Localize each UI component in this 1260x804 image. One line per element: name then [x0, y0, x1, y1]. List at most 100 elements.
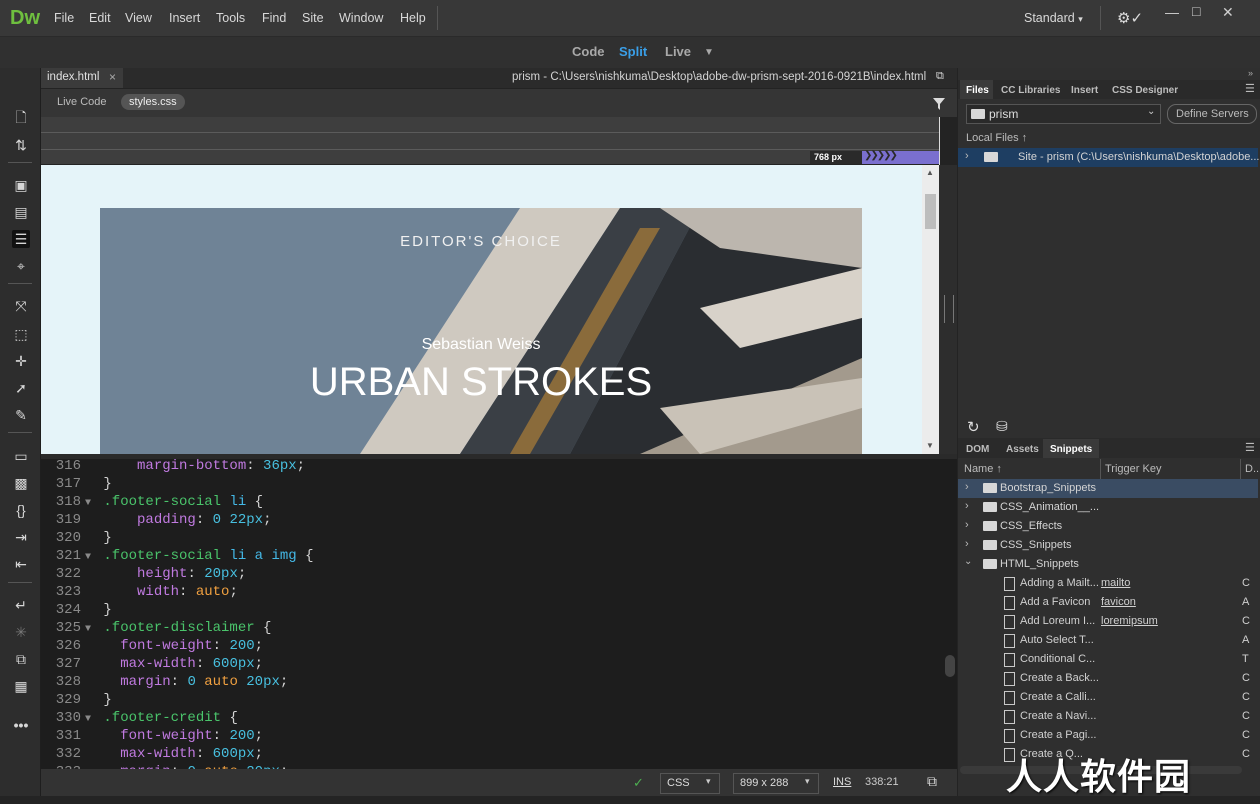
menu-window[interactable]: Window — [339, 11, 383, 25]
divider-grip[interactable] — [944, 295, 954, 323]
brush-icon[interactable]: ✎ — [12, 406, 30, 424]
snippet-folder-html-snippets[interactable]: ⌄ HTML_Snippets — [958, 555, 1258, 574]
snippet-item[interactable]: Create a Pagi... C — [958, 726, 1258, 745]
snippet-trigger[interactable]: favicon — [1101, 596, 1136, 608]
maximize-button[interactable]: □ — [1192, 3, 1200, 19]
snippet-item[interactable]: Create a Navi... C — [958, 707, 1258, 726]
menu-file[interactable]: File — [54, 11, 74, 25]
code-line[interactable]: 326 font-weight: 200; — [41, 637, 263, 655]
tab-files[interactable]: Files — [966, 85, 989, 96]
hero-image[interactable]: EDITOR'S CHOICE Sebastian Weiss URBAN ST… — [100, 208, 862, 454]
remove-comment-icon[interactable]: ▩ — [12, 474, 30, 492]
tab-dom[interactable]: DOM — [966, 444, 989, 455]
grid-icon[interactable]: ▦ — [12, 677, 30, 695]
preview-icon[interactable]: ⧉ — [927, 773, 937, 790]
select-parent-icon[interactable]: ⬚ — [12, 325, 30, 343]
code-line[interactable]: 317 } — [41, 475, 112, 493]
split-view-button[interactable]: Split — [619, 44, 647, 59]
tab-cc-libraries[interactable]: CC Libraries — [1001, 85, 1060, 96]
close-tab-icon[interactable]: × — [109, 70, 116, 84]
split-divider[interactable] — [939, 165, 957, 454]
code-line[interactable]: 324 } — [41, 601, 112, 619]
snippet-folder-css-effects[interactable]: › CSS_Effects — [958, 517, 1258, 536]
chevron-down-icon[interactable]: ⌄ — [964, 556, 972, 567]
code-line[interactable]: 322 height: 20px; — [41, 565, 246, 583]
site-root-row[interactable]: › Site - prism (C:\Users\nishkuma\Deskto… — [958, 148, 1259, 167]
menu-help[interactable]: Help — [400, 11, 426, 25]
scroll-thumb[interactable] — [925, 194, 936, 229]
connect-server-icon[interactable]: ⛁ — [996, 418, 1008, 435]
comment-icon[interactable]: ▭ — [12, 447, 30, 465]
indent-icon[interactable]: ⇥ — [12, 528, 30, 546]
close-button[interactable]: ✕ — [1222, 4, 1234, 21]
braces-icon[interactable]: {} — [12, 501, 30, 519]
ruler-handle[interactable] — [939, 117, 940, 165]
new-file-icon[interactable]: 🗋 — [12, 108, 30, 126]
more-tools-icon[interactable]: ••• — [12, 716, 30, 734]
menu-edit[interactable]: Edit — [89, 11, 111, 25]
snippet-trigger[interactable]: loremipsum — [1101, 615, 1158, 627]
code-line[interactable]: 327 max-width: 600px; — [41, 655, 263, 673]
menu-tools[interactable]: Tools — [216, 11, 245, 25]
code-line[interactable]: 332 max-width: 600px; — [41, 745, 263, 763]
chevron-right-icon[interactable]: › — [965, 500, 969, 512]
code-scroll-thumb[interactable] — [945, 655, 955, 677]
snippet-item[interactable]: Adding a Mailt... mailto C — [958, 574, 1258, 593]
balance-braces-icon[interactable]: ✛ — [12, 352, 30, 370]
code-line[interactable]: 331 font-weight: 200; — [41, 727, 263, 745]
site-select[interactable]: prism ⌄ — [966, 104, 1161, 124]
code-line[interactable]: 316 margin-bottom: 36px; — [41, 459, 305, 475]
file-transfer-icon[interactable]: ⇅ — [12, 136, 30, 154]
target-icon[interactable]: ⌖ — [12, 257, 30, 275]
name-column-header[interactable]: Name ↑ — [964, 463, 1002, 475]
code-line[interactable]: 328 margin: 0 auto 20px; — [41, 673, 289, 691]
filter-icon[interactable] — [932, 97, 946, 111]
live-view-scrollbar[interactable]: ▲ ▼ — [922, 165, 939, 454]
collapse-panels-icon[interactable]: » — [1248, 68, 1253, 78]
column-divider[interactable] — [1100, 459, 1101, 479]
workspace-switcher[interactable]: Standard ▾ — [1024, 11, 1083, 25]
related-live-code[interactable]: Live Code — [57, 96, 107, 108]
code-view[interactable]: 316 margin-bottom: 36px; 317 } 318 ▼ .foote… — [41, 459, 957, 769]
snippet-folder-css-snippets[interactable]: › CSS_Snippets — [958, 536, 1258, 555]
code-line[interactable]: 325 ▼ .footer-disclaimer { — [41, 619, 272, 637]
expand-icon[interactable]: ⤧ — [12, 297, 30, 315]
chevron-right-icon[interactable]: › — [965, 538, 969, 550]
scroll-up-icon[interactable]: ▲ — [926, 168, 934, 177]
media-query-bar[interactable]: 768 px ❯❯❯❯❯ — [810, 150, 939, 164]
related-styles-css[interactable]: styles.css — [121, 94, 185, 110]
restore-window-icon[interactable]: ⧉ — [936, 70, 944, 83]
tab-css-designer[interactable]: CSS Designer — [1112, 85, 1178, 96]
tab-assets[interactable]: Assets — [1006, 444, 1039, 455]
pointer-icon[interactable]: ➚ — [12, 379, 30, 397]
code-navigator-icon[interactable]: ▣ — [12, 176, 30, 194]
code-view-button[interactable]: Code — [572, 44, 605, 59]
snippet-item[interactable]: Auto Select T... A — [958, 631, 1258, 650]
code-line[interactable]: 319 padding: 0 22px; — [41, 511, 272, 529]
code-line[interactable]: 329 } — [41, 691, 112, 709]
description-column-header[interactable]: D.. — [1245, 463, 1259, 475]
menu-view[interactable]: View — [125, 11, 152, 25]
chevron-down-icon[interactable]: ▼ — [704, 47, 714, 58]
tab-insert[interactable]: Insert — [1071, 85, 1098, 96]
sync-settings-icon[interactable]: ⚙✓ — [1117, 9, 1143, 27]
code-line[interactable]: 318 ▼ .footer-social li { — [41, 493, 263, 511]
refresh-icon[interactable]: ↻ — [967, 418, 980, 436]
tab-index-html[interactable]: index.html × — [41, 68, 123, 88]
chevron-right-icon[interactable]: › — [965, 481, 969, 493]
code-line[interactable]: 330 ▼ .footer-credit { — [41, 709, 238, 727]
menu-site[interactable]: Site — [302, 11, 324, 25]
outdent-icon[interactable]: ⇤ — [12, 555, 30, 573]
sparkle-icon[interactable]: ✳ — [12, 623, 30, 641]
panel-menu-icon[interactable]: ☰ — [1245, 441, 1255, 454]
wrap-icon[interactable]: ↵ — [12, 596, 30, 614]
snippet-trigger[interactable]: mailto — [1101, 577, 1130, 589]
tab-snippets[interactable]: Snippets — [1050, 444, 1092, 455]
code-line[interactable]: 323 width: auto; — [41, 583, 238, 601]
snippet-item[interactable]: Add Loreum I... loremipsum C — [958, 612, 1258, 631]
language-select[interactable]: CSS ▾ — [660, 773, 720, 794]
code-line[interactable]: 320 } — [41, 529, 112, 547]
menu-find[interactable]: Find — [262, 11, 286, 25]
format-source-icon[interactable]: ☰ — [12, 230, 30, 248]
chevron-right-icon[interactable]: › — [965, 519, 969, 531]
